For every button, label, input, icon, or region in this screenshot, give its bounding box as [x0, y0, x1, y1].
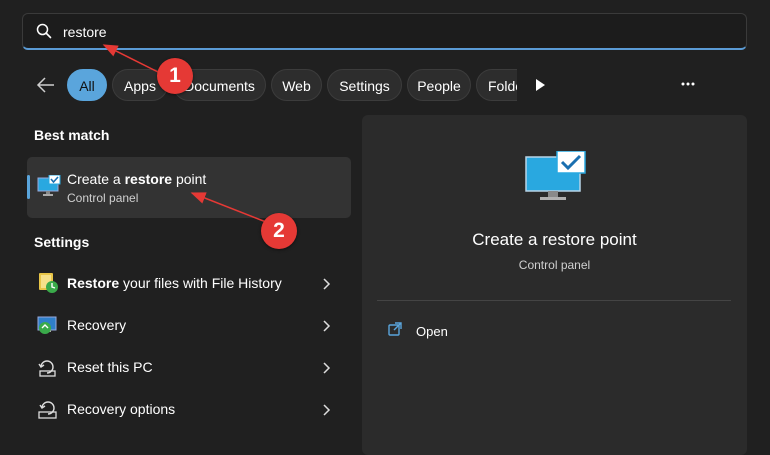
- search-icon: [36, 23, 52, 42]
- settings-heading: Settings: [34, 234, 90, 250]
- search-input[interactable]: [63, 22, 663, 42]
- best-match-result[interactable]: Create a restore point Control panel: [27, 157, 351, 218]
- settings-item-recovery[interactable]: Recovery: [27, 305, 351, 345]
- scroll-filters-button[interactable]: [535, 78, 545, 94]
- more-options-button[interactable]: [680, 76, 696, 92]
- settings-item-label: Recovery options: [67, 401, 176, 417]
- best-match-subtitle: Control panel: [67, 191, 139, 205]
- settings-item-label: Recovery: [67, 317, 127, 333]
- settings-item-label: Restore your files with File History: [67, 275, 282, 291]
- chevron-right-icon: [323, 361, 331, 377]
- chip-people[interactable]: People: [407, 69, 471, 101]
- search-bar[interactable]: [22, 13, 747, 50]
- chip-all[interactable]: All: [67, 69, 107, 101]
- preview-subtitle: Control panel: [518, 258, 591, 272]
- open-label: Open: [416, 324, 448, 339]
- settings-item-recovery-options[interactable]: Recovery options: [27, 389, 351, 429]
- chip-settings[interactable]: Settings: [327, 69, 402, 101]
- selection-indicator: [27, 175, 30, 199]
- file-history-icon: [37, 272, 59, 297]
- callout-badge-2: 2: [261, 213, 297, 249]
- monitor-check-icon: [37, 174, 61, 200]
- best-match-title: Create a restore point: [67, 171, 207, 187]
- open-external-icon: [388, 322, 402, 339]
- chip-folders[interactable]: Folders: [476, 69, 517, 101]
- chevron-right-icon: [323, 403, 331, 419]
- settings-item-label: Reset this PC: [67, 359, 153, 375]
- recovery-options-icon: [37, 398, 59, 423]
- preview-pane: Create a restore point Control panel Ope…: [362, 115, 747, 455]
- preview-title: Create a restore point: [472, 230, 637, 249]
- callout-badge-1: 1: [157, 58, 193, 94]
- settings-item-reset-pc[interactable]: Reset this PC: [27, 347, 351, 387]
- monitor-check-icon: [524, 150, 588, 208]
- settings-item-file-history[interactable]: Restore your files with File History: [27, 263, 351, 303]
- chevron-right-icon: [323, 277, 331, 293]
- play-icon: [536, 79, 545, 91]
- recovery-icon: [37, 314, 59, 339]
- divider: [377, 300, 731, 301]
- chevron-right-icon: [323, 319, 331, 335]
- chip-web[interactable]: Web: [271, 69, 322, 101]
- back-button[interactable]: [34, 74, 58, 96]
- open-action[interactable]: Open: [388, 322, 448, 339]
- reset-pc-icon: [37, 356, 59, 381]
- arrow-left-icon: [36, 77, 54, 93]
- more-icon: [681, 82, 695, 86]
- best-match-heading: Best match: [34, 127, 110, 143]
- filter-chips: All Apps Documents Web Settings People F…: [67, 69, 517, 101]
